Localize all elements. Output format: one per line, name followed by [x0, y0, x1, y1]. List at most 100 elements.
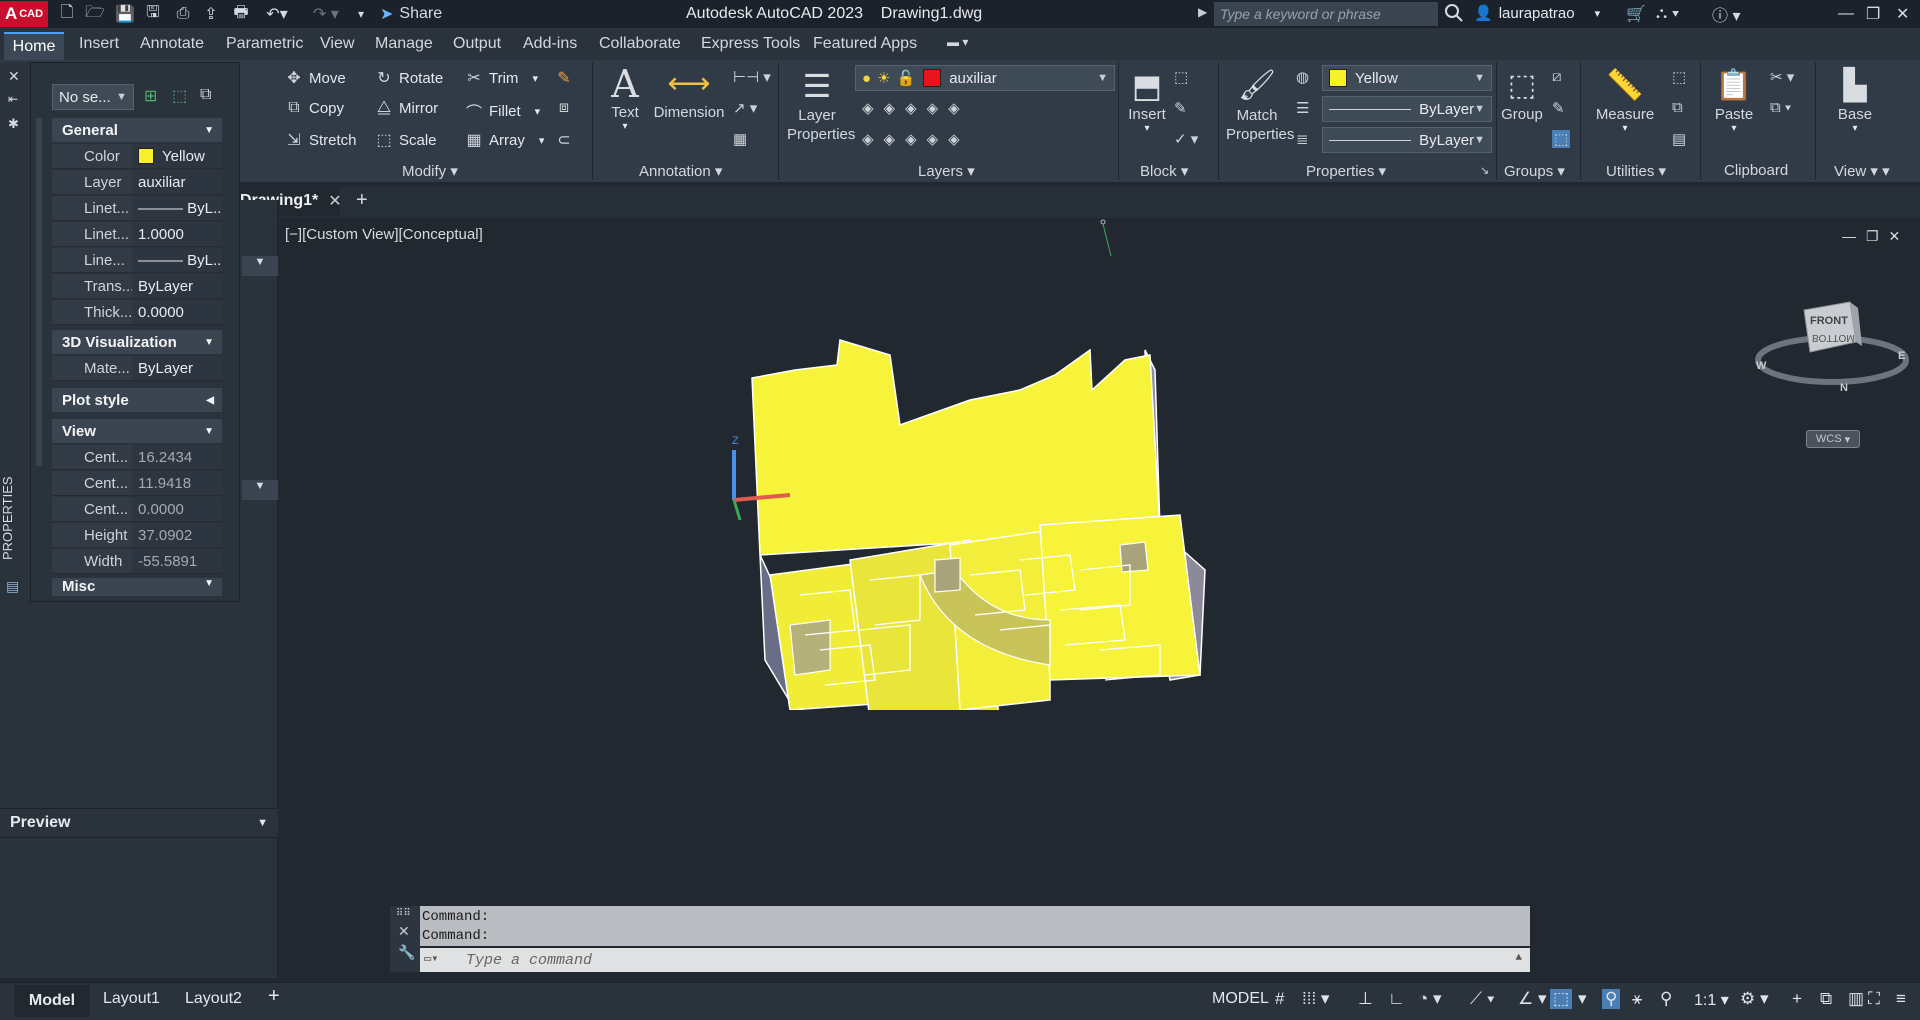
preview-panel-header[interactable]: Preview ▼ — [0, 808, 278, 838]
undo-icon[interactable]: ↶▾ — [262, 3, 292, 25]
tab-collaborate[interactable]: Collaborate — [599, 35, 681, 53]
rotate-button[interactable]: ↻ Rotate — [375, 68, 443, 88]
polar-tracking-icon[interactable]: ◔ ▾ — [1418, 989, 1442, 1009]
insert-block-button[interactable]: ⬒ Insert ▾ — [1124, 66, 1170, 134]
save-as-icon[interactable]: 🖫 — [142, 3, 164, 25]
property-row[interactable]: Line... ——— ByL... — [52, 248, 222, 273]
category-3d-visualization[interactable]: 3D Visualization ▼ — [52, 330, 222, 354]
copy-clip-icon[interactable]: ⧉ ▾ — [1770, 99, 1791, 116]
tab-manage[interactable]: Manage — [375, 35, 433, 53]
compass-north[interactable]: N — [1840, 382, 1848, 394]
share-button[interactable]: ➤ Share — [380, 3, 442, 25]
layer-properties-button[interactable]: ☰ Layer Properties — [787, 66, 855, 144]
table-icon[interactable]: ▦ — [733, 130, 747, 148]
quick-select-icon[interactable]: ⧉ — [1672, 99, 1683, 116]
dialog-launcher-icon[interactable]: ↘ — [1480, 164, 1489, 177]
restore-icon[interactable]: ❐ — [1866, 3, 1880, 25]
dimension-button[interactable]: ⟷ Dimension — [652, 64, 726, 121]
hardware-acceleration-icon[interactable]: ▥ — [1848, 989, 1864, 1009]
viewcube-face-bottom[interactable]: BOTTOM — [1812, 332, 1855, 343]
isolate-objects-icon[interactable]: ⧉ — [1820, 989, 1832, 1009]
property-row[interactable]: Cent... 11.9418 — [52, 471, 222, 496]
autohide-icon[interactable]: ⇤ — [8, 92, 18, 106]
cart-icon[interactable]: 🛒 — [1626, 3, 1646, 25]
clean-screen-icon[interactable]: ⛶ — [1868, 989, 1880, 1009]
ungroup-icon[interactable]: ⧄ — [1552, 68, 1562, 85]
tab-output[interactable]: Output — [453, 35, 501, 53]
lineweight-dropdown[interactable]: ByLayer ▼ — [1322, 96, 1492, 122]
group-edit-icon[interactable]: ✎ — [1552, 99, 1565, 117]
match-properties-button[interactable]: 🖌 Match Properties — [1226, 66, 1294, 144]
layers-panel-title[interactable]: Layers ▾ — [918, 162, 975, 180]
property-row[interactable]: Trans... ByLayer — [52, 274, 222, 299]
palette-collapse-arrow[interactable]: ▼ — [242, 480, 278, 500]
isodraft-icon[interactable]: ∠ ▾ — [1518, 989, 1547, 1009]
close-icon[interactable]: ✕ — [390, 921, 420, 942]
property-row[interactable]: Layer auxiliar — [52, 170, 222, 195]
tab-insert[interactable]: Insert — [79, 35, 119, 53]
layer-dropdown[interactable]: ● ☀ 🔓 auxiliar ▼ — [855, 65, 1115, 91]
calculator-icon[interactable]: ▤ — [1672, 130, 1686, 148]
app-menu-button[interactable]: A CAD — [0, 1, 48, 27]
cut-icon[interactable]: ✂ ▾ — [1770, 68, 1794, 86]
edit-block-icon[interactable]: ✎ — [1174, 99, 1187, 117]
modify-panel-title[interactable]: Modify ▾ — [402, 162, 458, 180]
save-icon[interactable]: 💾 — [114, 3, 136, 25]
layer-tools-row1[interactable]: ◈◈◈◈◈ — [862, 99, 970, 117]
property-row[interactable]: Width -55.5891 — [52, 549, 222, 574]
infer-constraints-icon[interactable]: ⊥ — [1358, 989, 1373, 1009]
color-dropdown[interactable]: Yellow ▼ — [1322, 65, 1492, 91]
utilities-panel-title[interactable]: Utilities ▾ — [1606, 162, 1666, 180]
layout-tab-layout1[interactable]: Layout1 — [103, 990, 160, 1008]
create-block-icon[interactable]: ⬚ — [1174, 68, 1188, 86]
ortho-icon[interactable]: ∟ — [1388, 989, 1405, 1009]
new-tab-icon[interactable]: + — [356, 189, 368, 212]
help-icon[interactable]: ⓘ ▾ — [1712, 3, 1740, 25]
wcs-menu[interactable]: WCS ▾ — [1806, 430, 1860, 448]
group-select-icon[interactable]: ⬚ — [1552, 130, 1571, 148]
close-icon[interactable]: ✕ — [328, 191, 341, 211]
base-view-button[interactable]: ▙ Base ▾ — [1830, 66, 1880, 134]
open-folder-icon[interactable]: 🗁 — [84, 3, 106, 25]
erase-button[interactable]: ✎ — [555, 68, 573, 88]
scale-button[interactable]: ⬚ Scale — [375, 130, 436, 150]
mirror-button[interactable]: ⧋ Mirror — [375, 99, 438, 117]
category-view[interactable]: View ▼ — [52, 419, 222, 443]
select-objects-icon[interactable]: ⬚ — [172, 86, 187, 106]
tab-express-tools[interactable]: Express Tools — [701, 35, 800, 53]
tab-featured-apps[interactable]: Featured Apps — [813, 35, 917, 53]
object-snap-icon[interactable]: ⬚ — [1550, 989, 1573, 1009]
groups-panel-title[interactable]: Groups ▾ — [1504, 162, 1565, 180]
viewcube-face-front[interactable]: FRONT — [1810, 315, 1848, 327]
leader-icon[interactable]: ↗ ▾ — [733, 99, 757, 117]
stretch-button[interactable]: ⇲ Stretch — [285, 130, 356, 150]
layout-tab-model[interactable]: Model — [14, 985, 90, 1017]
add-layout-icon[interactable]: + — [268, 985, 280, 1008]
command-prompt-icon[interactable]: ▭▾ — [424, 951, 438, 966]
search-input[interactable]: Type a keyword or phrase — [1214, 2, 1438, 26]
layer-tools-row2[interactable]: ◈◈◈◈◈ — [862, 130, 970, 148]
property-row[interactable]: Height 37.0902 — [52, 523, 222, 548]
text-button[interactable]: A Text ▾ — [605, 64, 645, 132]
palette-settings-icon[interactable]: ✱ — [8, 116, 19, 132]
array-button[interactable]: ▦ Array ▾ — [465, 130, 544, 150]
paste-button[interactable]: 📋 Paste ▾ — [1708, 66, 1760, 134]
toggle-pickadd-icon[interactable]: ⊞ — [144, 86, 157, 106]
compass-east[interactable]: E — [1898, 350, 1905, 362]
close-icon[interactable]: ✕ — [8, 68, 20, 85]
share-export-icon[interactable]: ⇪ — [200, 3, 222, 25]
category-general[interactable]: General ▼ — [52, 118, 222, 142]
id-point-icon[interactable]: ⬚ — [1672, 68, 1686, 86]
print-icon[interactable]: 🖶 — [230, 3, 252, 25]
wrench-icon[interactable]: 🔧 — [390, 942, 420, 963]
search-expand-icon[interactable]: ▶ — [1198, 5, 1207, 19]
minimize-icon[interactable]: — — [1838, 3, 1854, 25]
redo-icon[interactable]: ↷ ▾ — [306, 3, 346, 25]
property-row[interactable]: Cent... 0.0000 — [52, 497, 222, 522]
tab-view[interactable]: View — [320, 35, 354, 53]
viewcube[interactable]: FRONT BOTTOM W E N — [1752, 298, 1912, 398]
compass-west[interactable]: W — [1756, 360, 1766, 372]
linetype-dropdown[interactable]: ByLayer ▼ — [1322, 127, 1492, 153]
plot-publish-icon[interactable]: ⎙ — [172, 3, 194, 25]
command-input[interactable]: ▭▾ Type a command ▲ — [420, 948, 1530, 972]
